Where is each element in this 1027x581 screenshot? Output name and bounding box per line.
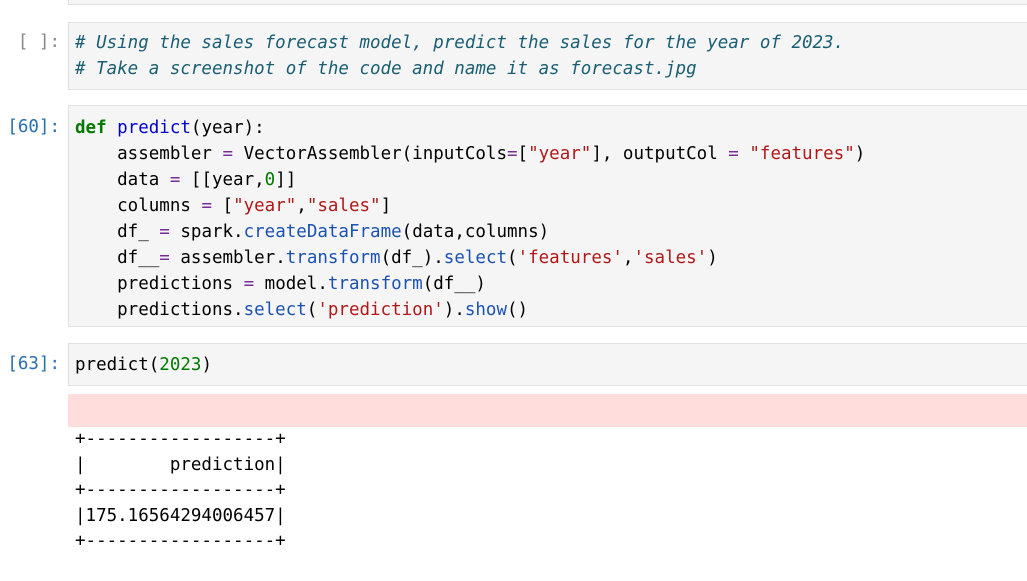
table-border-middle: +------------------+ bbox=[75, 480, 286, 500]
table-border-bottom: +------------------+ bbox=[75, 531, 286, 551]
previous-cell-input[interactable] bbox=[68, 0, 1027, 5]
cell-prompt: [60]: bbox=[7, 117, 60, 137]
comment-line-2: # Take a screenshot of the code and name… bbox=[75, 59, 697, 79]
code-editor[interactable]: def predict(year): assembler = VectorAss… bbox=[69, 106, 1027, 323]
stderr-output bbox=[68, 394, 1027, 427]
cell-input-area[interactable]: # Using the sales forecast model, predic… bbox=[68, 22, 1027, 90]
prediction-output-table: +------------------+ | prediction| +----… bbox=[75, 427, 286, 555]
cell-prompt: [ ]: bbox=[17, 32, 60, 52]
comment-line-1: # Using the sales forecast model, predic… bbox=[75, 33, 845, 53]
cell-input-area[interactable]: predict(2023) bbox=[68, 343, 1027, 386]
cell-input-area[interactable]: def predict(year): assembler = VectorAss… bbox=[68, 105, 1027, 327]
table-border-top: +------------------+ bbox=[75, 429, 286, 449]
cell-prompt: [63]: bbox=[7, 354, 60, 374]
table-header-row: | prediction| bbox=[75, 454, 286, 475]
code-editor[interactable]: # Using the sales forecast model, predic… bbox=[69, 23, 1027, 82]
table-value-row: |175.16564294006457| bbox=[75, 505, 286, 526]
code-editor[interactable]: predict(2023) bbox=[69, 344, 1027, 378]
